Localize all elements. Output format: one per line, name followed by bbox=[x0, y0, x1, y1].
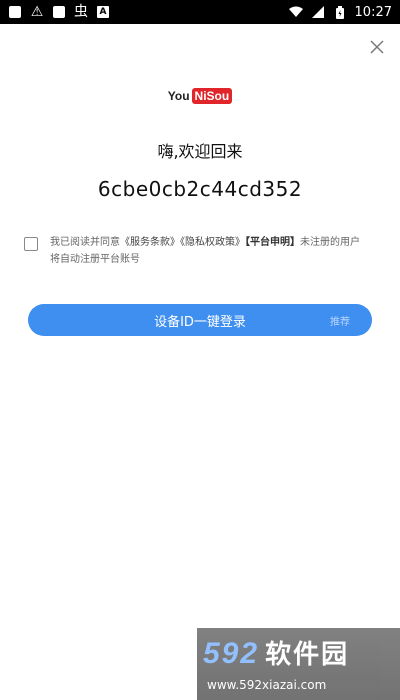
notification-square-icon bbox=[8, 5, 22, 19]
watermark: 592 软件园 www.592xiazai.com bbox=[197, 628, 400, 700]
status-left-icons: ⚠ 虫 A bbox=[8, 0, 110, 24]
device-login-button[interactable]: 设备ID一键登录 推荐 bbox=[28, 304, 372, 336]
bug-icon: 虫 bbox=[74, 4, 88, 20]
terms-link[interactable]: 《服务条款》 bbox=[120, 237, 180, 248]
watermark-url: www.592xiazai.com bbox=[207, 678, 327, 692]
a-icon: A bbox=[96, 5, 110, 19]
battery-icon bbox=[333, 5, 347, 19]
close-button[interactable] bbox=[368, 38, 386, 56]
recommend-tag: 推荐 bbox=[330, 317, 350, 328]
logo-text-nisou: NiSou bbox=[191, 88, 233, 104]
agree-checkbox[interactable] bbox=[24, 237, 38, 251]
app-logo: You NiSou bbox=[0, 88, 400, 104]
login-button-label: 设备ID一键登录 bbox=[154, 314, 246, 330]
close-icon bbox=[370, 40, 384, 54]
signal-icon bbox=[311, 5, 325, 19]
device-id-text: 6cbe0cb2c44cd352 bbox=[97, 177, 303, 201]
status-time: 10:27 bbox=[354, 4, 392, 20]
notification-square-icon bbox=[52, 5, 66, 19]
agreement-text: 我已阅读并同意《服务条款》《隐私权政策》【平台申明】未注册的用户将自动注册平台账… bbox=[50, 234, 368, 268]
statement-link[interactable]: 【平台申明】 bbox=[245, 237, 300, 248]
wifi-icon bbox=[288, 5, 303, 19]
welcome-heading: 嗨,欢迎回来 bbox=[157, 142, 243, 161]
privacy-link[interactable]: 《隐私权政策》 bbox=[180, 237, 245, 248]
alert-icon: ⚠ bbox=[30, 4, 44, 20]
watermark-brand: 592 软件园 bbox=[203, 634, 349, 671]
watermark-brand-num: 592 bbox=[203, 637, 260, 670]
status-bar: ⚠ 虫 A 10:27 bbox=[0, 0, 400, 24]
agreement-row: 我已阅读并同意《服务条款》《隐私权政策》【平台申明】未注册的用户将自动注册平台账… bbox=[24, 234, 376, 268]
agreement-prefix: 我已阅读并同意 bbox=[50, 237, 120, 248]
status-right-icons: 10:27 bbox=[288, 0, 392, 24]
logo-text-you: You bbox=[167, 89, 190, 103]
watermark-brand-cn: 软件园 bbox=[265, 639, 350, 669]
